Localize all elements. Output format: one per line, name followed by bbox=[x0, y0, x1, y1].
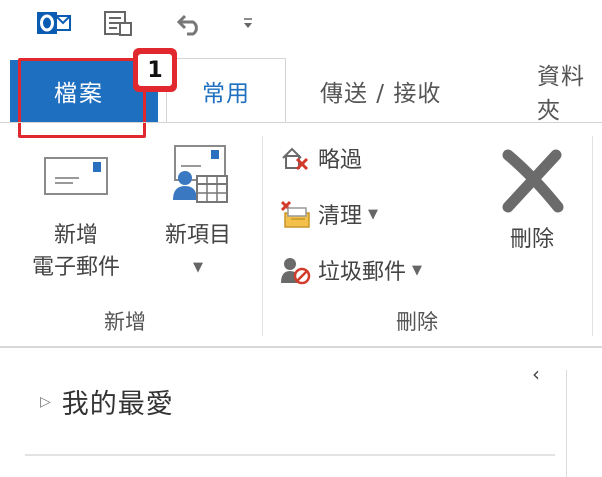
pane-divider[interactable] bbox=[566, 370, 567, 477]
group-separator bbox=[262, 136, 263, 336]
undo-icon[interactable] bbox=[172, 8, 208, 38]
ignore-icon bbox=[276, 142, 314, 174]
expand-triangle-icon[interactable]: ▷ bbox=[40, 394, 52, 410]
cleanup-button[interactable]: 清理 ▼ bbox=[276, 196, 378, 232]
delete-button[interactable]: 刪除 bbox=[490, 140, 574, 256]
tab-home[interactable]: 常用 bbox=[166, 58, 286, 122]
cleanup-icon bbox=[276, 198, 314, 230]
send-receive-all-icon[interactable] bbox=[100, 8, 136, 38]
new-email-icon bbox=[20, 150, 132, 210]
cleanup-dropdown-icon: ▼ bbox=[368, 206, 379, 222]
junk-label: 垃圾郵件 bbox=[318, 260, 407, 285]
new-items-button[interactable]: 新項目 ▼ bbox=[150, 142, 246, 284]
delete-icon bbox=[490, 140, 574, 222]
tab-send-receive[interactable]: 傳送 / 接收 bbox=[320, 60, 441, 122]
cleanup-label: 清理 bbox=[318, 204, 363, 229]
favorites-header[interactable]: ▷ 我的最愛 bbox=[40, 382, 174, 421]
ignore-label: 略過 bbox=[318, 148, 363, 173]
ribbon-bottom-border bbox=[0, 346, 602, 348]
group-separator bbox=[592, 136, 593, 336]
tab-send-receive-label: 傳送 / 接收 bbox=[320, 81, 442, 107]
junk-icon bbox=[276, 254, 314, 286]
favorites-divider bbox=[25, 454, 555, 456]
junk-button[interactable]: 垃圾郵件 ▼ bbox=[276, 252, 422, 288]
step-callout: 1 bbox=[133, 48, 177, 92]
new-email-button[interactable]: 新增 電子郵件 bbox=[20, 150, 132, 284]
ignore-button[interactable]: 略過 bbox=[276, 140, 362, 176]
favorites-label: 我的最愛 bbox=[61, 389, 174, 420]
file-tab-highlight bbox=[18, 58, 146, 138]
tab-folder[interactable]: 資料夾 bbox=[537, 60, 602, 124]
group-label-delete: 刪除 bbox=[396, 310, 438, 334]
new-items-label: 新項目 bbox=[164, 223, 231, 248]
collapse-pane-icon[interactable]: ‹ bbox=[532, 362, 540, 386]
step-number: 1 bbox=[138, 54, 172, 86]
new-email-label-2: 電子郵件 bbox=[31, 255, 120, 280]
chevron-down-icon: ▼ bbox=[193, 260, 203, 275]
quick-access-toolbar bbox=[0, 0, 602, 46]
junk-dropdown-icon: ▼ bbox=[412, 262, 423, 278]
outlook-logo-icon bbox=[34, 8, 74, 38]
tab-home-label: 常用 bbox=[202, 80, 250, 107]
delete-label: 刪除 bbox=[509, 227, 554, 252]
group-label-new: 新增 bbox=[104, 310, 146, 334]
customize-toolbar-icon[interactable] bbox=[238, 8, 258, 38]
new-email-label-1: 新增 bbox=[53, 223, 98, 248]
ribbon-top-border bbox=[0, 122, 602, 123]
new-items-icon bbox=[150, 142, 246, 210]
tab-folder-label: 資料夾 bbox=[537, 64, 585, 124]
